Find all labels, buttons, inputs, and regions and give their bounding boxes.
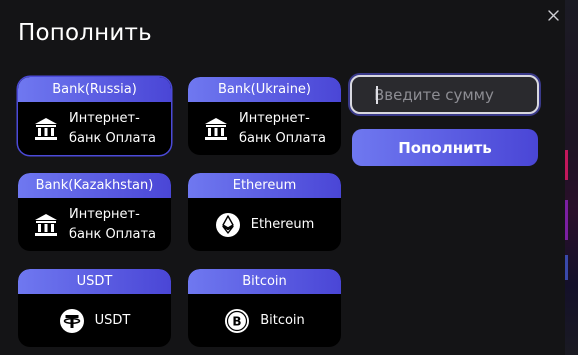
payment-method-line2: банк Оплата xyxy=(238,130,326,146)
payment-method-label: Bitcoin xyxy=(260,313,305,328)
amount-input[interactable] xyxy=(350,75,539,114)
payment-method-bank-russia[interactable]: Bank(Russia) Интернет- банк Оплата xyxy=(18,77,171,155)
text-caret xyxy=(376,86,378,104)
payment-method-header: Bank(Ukraine) xyxy=(188,77,341,102)
dialog-title: Пополнить xyxy=(18,20,152,46)
payment-method-label: USDT xyxy=(94,313,131,328)
bank-icon xyxy=(33,116,59,142)
payment-method-bank-ukraine[interactable]: Bank(Ukraine) Интернет- банк Оплата xyxy=(188,77,341,155)
payment-method-line1: Интернет- xyxy=(238,110,310,126)
payment-method-line2: банк Оплата xyxy=(68,130,156,146)
tether-icon xyxy=(59,308,85,334)
payment-method-line1: Интернет- xyxy=(68,206,140,222)
background-edge xyxy=(565,0,578,355)
payment-method-header: Bitcoin xyxy=(188,269,341,294)
bank-icon xyxy=(203,116,229,142)
bank-icon xyxy=(33,212,59,238)
top-up-button[interactable]: Пополнить xyxy=(352,129,538,166)
payment-method-header: Bank(Kazakhstan) xyxy=(18,173,171,198)
payment-method-bitcoin[interactable]: Bitcoin B Bitcoin xyxy=(188,269,341,347)
top-up-dialog: Пополнить Bank(Russia) Интернет- банк Оп… xyxy=(0,0,565,355)
payment-method-ethereum[interactable]: Ethereum Ethereum xyxy=(188,173,341,251)
payment-method-header: Bank(Russia) xyxy=(18,77,171,102)
payment-method-line2: банк Оплата xyxy=(68,226,156,242)
svg-text:B: B xyxy=(233,314,242,328)
payment-method-usdt[interactable]: USDT USDT xyxy=(18,269,171,347)
payment-method-header: USDT xyxy=(18,269,171,294)
ethereum-icon xyxy=(215,212,241,238)
payment-method-bank-kazakhstan[interactable]: Bank(Kazakhstan) Интернет- банк Оплата xyxy=(18,173,171,251)
close-icon[interactable] xyxy=(544,6,562,24)
payment-method-header: Ethereum xyxy=(188,173,341,198)
payment-method-label: Ethereum xyxy=(250,217,315,232)
payment-method-line1: Интернет- xyxy=(68,110,140,126)
bitcoin-icon: B xyxy=(224,308,250,334)
